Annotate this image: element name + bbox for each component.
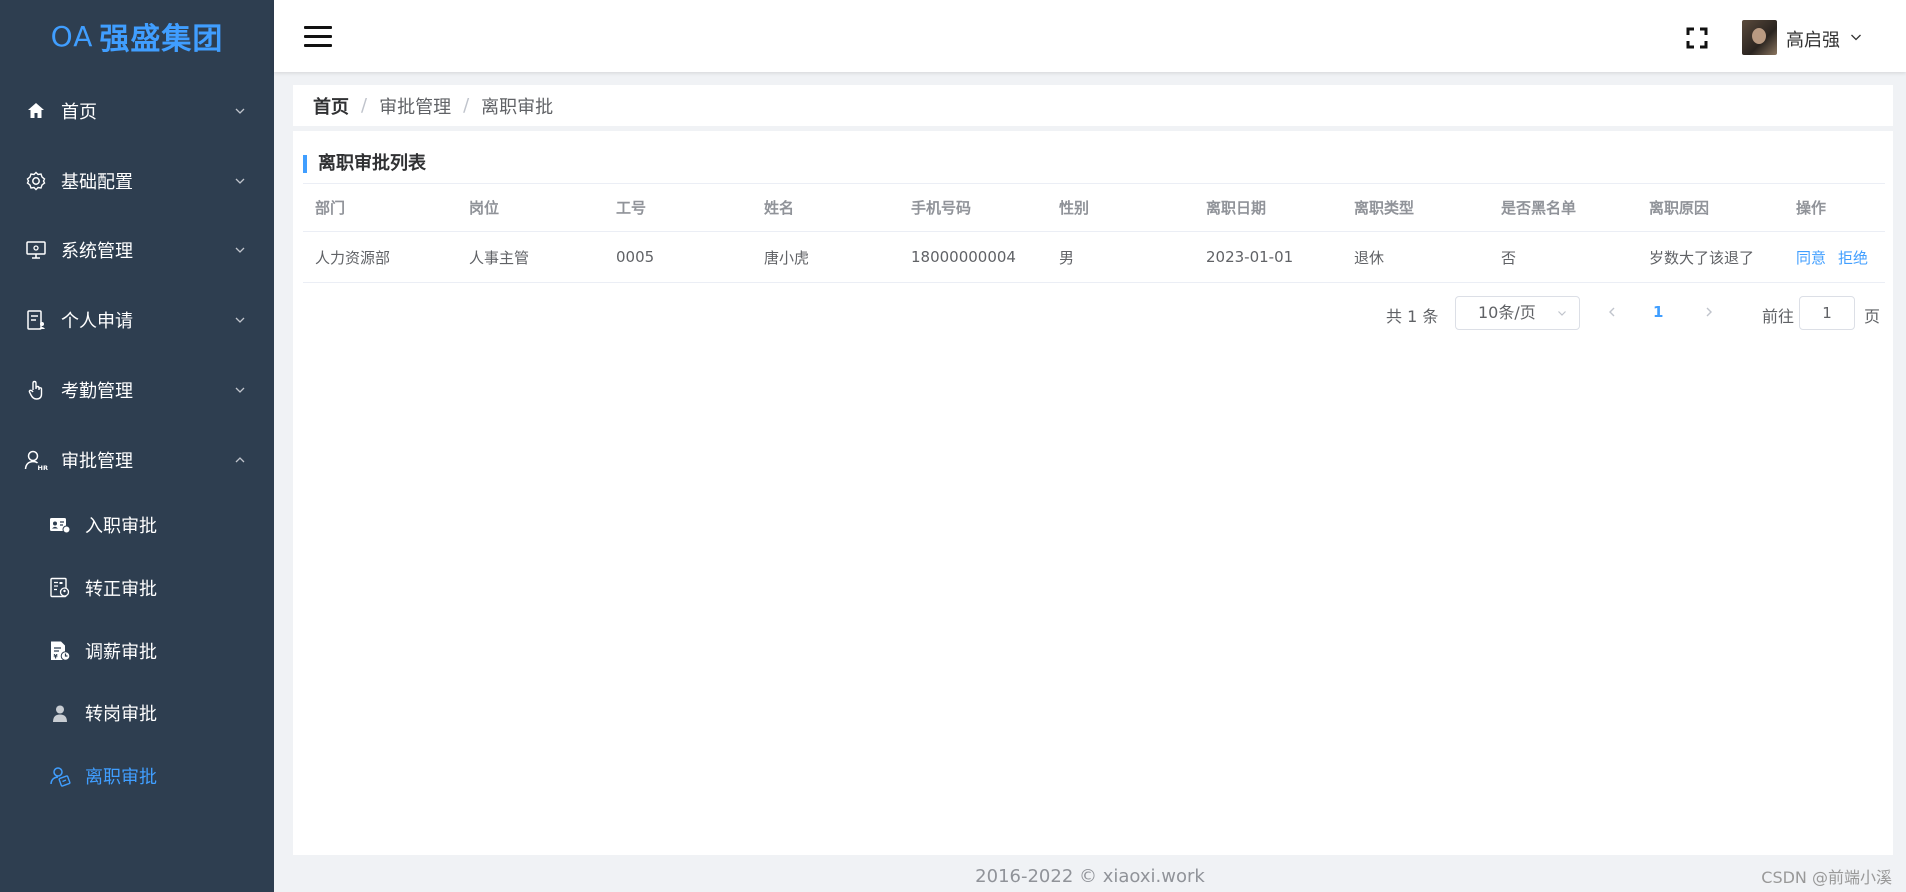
card-title: 离职审批列表 — [303, 155, 426, 173]
salary-document-icon: ¥ — [48, 639, 72, 663]
sidebar-item-label: 基础配置 — [61, 172, 133, 193]
column-header: 岗位 — [469, 199, 500, 217]
table-cell: 退休 — [1354, 248, 1385, 267]
pagination: 共 1 条 10条/页 1 前往 页 — [293, 296, 1893, 330]
table-cell: 唐小虎 — [764, 248, 810, 267]
leave-icon — [48, 764, 72, 788]
chevron-down-icon — [235, 108, 245, 114]
sidebar-subitem-label: 调薪审批 — [85, 642, 157, 663]
column-header: 离职类型 — [1354, 199, 1415, 217]
main-card: 离职审批列表 部门 岗位 工号 姓名 手机号码 性别 离职日期 离职类型 是否黑… — [293, 131, 1893, 855]
gear-icon — [24, 169, 48, 193]
sidebar-item-basic-config[interactable]: 基础配置 — [0, 153, 274, 209]
approve-button[interactable]: 同意 — [1796, 249, 1826, 267]
sidebar-subitem-transfer[interactable]: 转岗审批 — [0, 688, 274, 738]
breadcrumb-separator: / — [361, 95, 368, 116]
table-cell: 否 — [1501, 248, 1517, 267]
sidebar-subitem-label: 离职审批 — [85, 767, 157, 788]
column-header: 手机号码 — [911, 199, 972, 217]
chevron-down-icon — [1558, 311, 1566, 316]
table-cell: 人力资源部 — [315, 248, 391, 267]
person-icon — [48, 701, 72, 725]
sidebar-subitem-label: 转正审批 — [85, 579, 157, 600]
sidebar-item-label: 首页 — [61, 102, 97, 123]
form-user-icon — [48, 576, 72, 600]
table-cell: 男 — [1059, 248, 1075, 267]
sidebar-subitem-salary[interactable]: ¥ 调薪审批 — [0, 626, 274, 676]
logo-prefix: OA — [50, 19, 94, 53]
table-cell: 2023-01-01 — [1206, 248, 1294, 266]
svg-text:HR: HR — [38, 464, 48, 471]
table-cell: 人事主管 — [469, 248, 530, 267]
sidebar-item-label: 个人申请 — [61, 311, 133, 332]
id-card-icon — [48, 513, 72, 537]
logo[interactable]: OA 强盛集团 — [0, 0, 274, 72]
sidebar-item-attendance[interactable]: 考勤管理 — [0, 362, 274, 418]
breadcrumb-separator: / — [463, 95, 470, 116]
footer-copyright: 2016-2022 © xiaoxi.work — [975, 866, 1205, 887]
column-header: 离职原因 — [1649, 199, 1710, 217]
table-actions: 同意 拒绝 — [1784, 247, 1885, 268]
goto-label: 前往 — [1762, 307, 1795, 326]
sidebar: OA 强盛集团 首页 基础配置 系统管理 个人申请 考勤管理 HR 审批管理 入… — [0, 0, 274, 892]
chevron-down-icon — [235, 387, 245, 393]
resignation-table: 部门 岗位 工号 姓名 手机号码 性别 离职日期 离职类型 是否黑名单 离职原因… — [303, 183, 1885, 283]
column-header: 工号 — [616, 199, 647, 217]
page-number[interactable]: 1 — [1653, 303, 1663, 321]
column-header: 性别 — [1059, 199, 1090, 217]
page-size-value: 10条/页 — [1478, 303, 1536, 322]
table-header-row: 部门 岗位 工号 姓名 手机号码 性别 离职日期 离职类型 是否黑名单 离职原因… — [303, 183, 1885, 232]
chevron-up-icon — [235, 457, 245, 463]
sidebar-item-label: 系统管理 — [61, 241, 133, 262]
hand-icon — [24, 378, 48, 402]
chevron-down-icon — [235, 178, 245, 184]
watermark: CSDN @前端小溪 — [1761, 868, 1892, 887]
prev-page-icon[interactable] — [1606, 306, 1618, 318]
chevron-down-icon[interactable] — [1850, 31, 1862, 43]
next-page-icon[interactable] — [1703, 306, 1715, 318]
sidebar-subitem-resignation[interactable]: 离职审批 — [0, 751, 274, 801]
logo-text: 强盛集团 — [99, 22, 224, 57]
table-cell: 18000000004 — [911, 248, 1016, 266]
monitor-icon — [24, 238, 48, 262]
chevron-down-icon — [235, 247, 245, 253]
table-cell: 0005 — [616, 248, 655, 266]
goto-page-input[interactable] — [1799, 296, 1855, 330]
page-suffix: 页 — [1864, 307, 1881, 326]
table-cell: 岁数大了该退了 — [1649, 248, 1755, 267]
sidebar-subitem-onboarding[interactable]: 入职审批 — [0, 500, 274, 550]
sidebar-subitem-label: 入职审批 — [85, 516, 157, 537]
breadcrumb: 首页 / 审批管理 / 离职审批 — [293, 85, 1893, 126]
breadcrumb-item-approval: 审批管理 — [379, 96, 452, 118]
fullscreen-icon[interactable] — [1686, 27, 1708, 49]
top-header: 高启强 — [274, 0, 1906, 72]
sidebar-item-approval[interactable]: HR 审批管理 — [0, 432, 274, 488]
avatar[interactable] — [1742, 20, 1777, 55]
column-header: 部门 — [315, 199, 346, 217]
breadcrumb-item-home[interactable]: 首页 — [313, 93, 349, 119]
menu-toggle-icon[interactable] — [304, 26, 332, 48]
breadcrumb-item-current: 离职审批 — [481, 96, 554, 118]
sidebar-item-personal-apply[interactable]: 个人申请 — [0, 292, 274, 348]
sidebar-item-label: 考勤管理 — [61, 381, 133, 402]
sidebar-item-label: 审批管理 — [61, 451, 133, 472]
sidebar-subitem-regularization[interactable]: 转正审批 — [0, 563, 274, 613]
page-size-select[interactable]: 10条/页 — [1455, 296, 1580, 330]
username[interactable]: 高启强 — [1786, 26, 1840, 52]
sidebar-item-system[interactable]: 系统管理 — [0, 222, 274, 278]
reject-button[interactable]: 拒绝 — [1838, 249, 1868, 267]
pagination-total: 共 1 条 — [1386, 307, 1439, 326]
column-header: 姓名 — [764, 199, 795, 217]
table-row: 人力资源部 人事主管 0005 唐小虎 18000000004 男 2023-0… — [303, 232, 1885, 283]
sidebar-item-home[interactable]: 首页 — [0, 83, 274, 139]
sidebar-subitem-label: 转岗审批 — [85, 704, 157, 725]
column-header: 操作 — [1796, 199, 1827, 217]
column-header: 是否黑名单 — [1501, 199, 1577, 217]
column-header: 离职日期 — [1206, 199, 1267, 217]
home-icon — [24, 99, 48, 123]
hr-user-icon: HR — [24, 448, 48, 472]
chevron-down-icon — [235, 317, 245, 323]
document-user-icon — [24, 308, 48, 332]
